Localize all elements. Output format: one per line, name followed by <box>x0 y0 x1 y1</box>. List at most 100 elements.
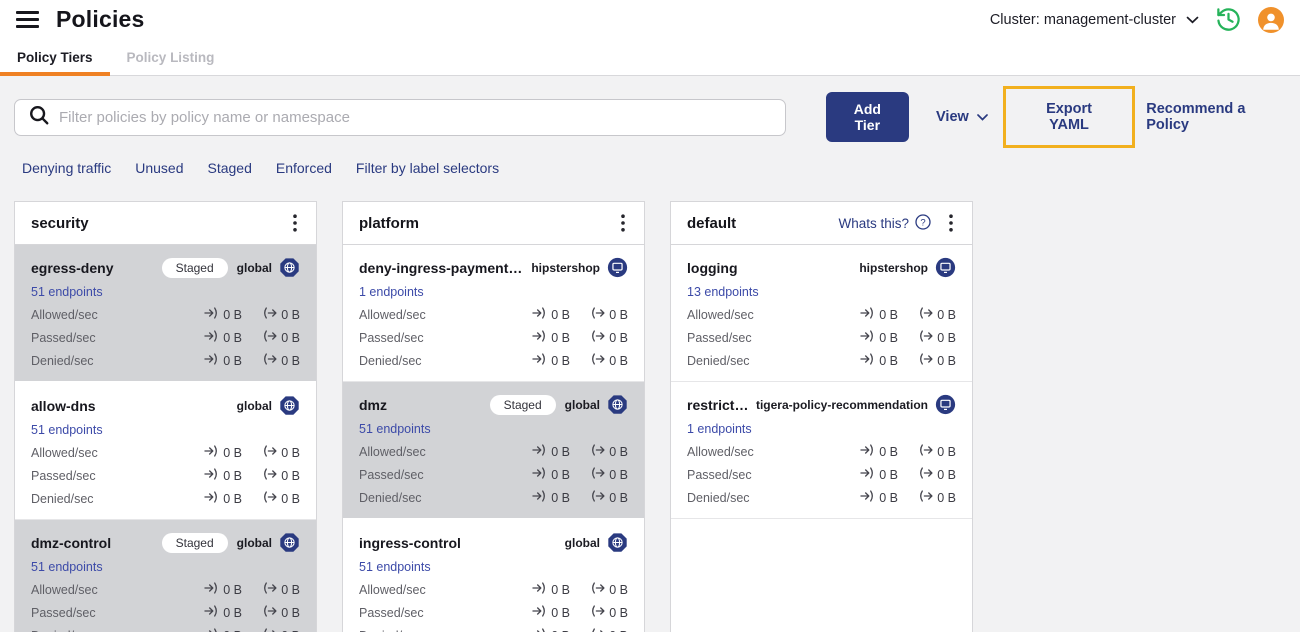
filter-denying-traffic[interactable]: Denying traffic <box>22 160 111 176</box>
filter-staged[interactable]: Staged <box>208 160 252 176</box>
policy-search-box <box>14 98 786 136</box>
metric-row: Allowed/sec 0 B 0 B <box>31 582 300 597</box>
tier-column-platform: platform deny-ingress-paymentservice hipst… <box>342 201 645 632</box>
egress-value: 0 B <box>281 491 300 506</box>
tab-policy-listing[interactable]: Policy Listing <box>110 39 232 75</box>
egress-metric: 0 B <box>584 582 628 597</box>
tab-policy-tiers[interactable]: Policy Tiers <box>0 39 110 76</box>
policy-name[interactable]: restricted <box>687 397 750 413</box>
egress-value: 0 B <box>609 582 628 597</box>
history-icon[interactable] <box>1215 6 1242 33</box>
endpoints-link[interactable]: 51 endpoints <box>359 422 431 436</box>
question-circle-icon: ? <box>915 213 931 233</box>
endpoints-link[interactable]: 51 endpoints <box>31 560 103 574</box>
tier-menu-kebab-icon[interactable] <box>617 212 629 234</box>
egress-metric: 0 B <box>256 445 300 460</box>
export-yaml-button[interactable]: Export YAML <box>1002 86 1136 148</box>
recommend-policy-button[interactable]: Recommend a Policy <box>1146 101 1284 133</box>
egress-metric: 0 B <box>256 330 300 345</box>
metric-label: Allowed/sec <box>687 444 754 459</box>
ingress-value: 0 B <box>551 330 570 345</box>
filter-enforced[interactable]: Enforced <box>276 160 332 176</box>
filter-unused[interactable]: Unused <box>135 160 183 176</box>
endpoints-link[interactable]: 1 endpoints <box>687 422 752 436</box>
tier-menu-kebab-icon[interactable] <box>289 212 301 234</box>
egress-arrow-icon <box>262 330 277 345</box>
namespace-scope-icon <box>607 257 628 278</box>
metric-row: Passed/sec 0 B 0 B <box>359 330 628 345</box>
egress-arrow-icon <box>590 307 605 322</box>
policy-name[interactable]: logging <box>687 260 853 276</box>
global-scope-icon <box>607 532 628 553</box>
egress-metric: 0 B <box>256 307 300 322</box>
metric-row: Denied/sec 0 B 0 B <box>687 490 956 505</box>
ingress-metric: 0 B <box>526 628 570 632</box>
search-icon <box>28 104 50 131</box>
ingress-metric: 0 B <box>198 330 242 345</box>
policy-search-input[interactable] <box>59 108 773 126</box>
metric-label: Allowed/sec <box>31 582 98 597</box>
policy-card: dmz Staged global 51 endpoints Allowed/sec 0 … <box>343 382 644 520</box>
egress-metric: 0 B <box>584 330 628 345</box>
metric-label: Denied/sec <box>359 353 422 368</box>
global-scope-icon <box>607 394 628 415</box>
endpoints-link[interactable]: 51 endpoints <box>31 285 103 299</box>
egress-arrow-icon <box>918 444 933 459</box>
metric-row: Passed/sec 0 B 0 B <box>359 605 628 620</box>
policy-card: logging hipstershop 13 endpoints Allowed/se… <box>671 245 972 382</box>
metric-row: Passed/sec 0 B 0 B <box>31 605 300 620</box>
cluster-selector[interactable]: Cluster: management-cluster <box>990 12 1199 28</box>
egress-value: 0 B <box>609 330 628 345</box>
metric-row: Passed/sec 0 B 0 B <box>359 467 628 482</box>
staged-badge: Staged <box>161 257 228 278</box>
ingress-metric: 0 B <box>526 582 570 597</box>
ingress-arrow-icon <box>860 330 875 345</box>
metric-row: Allowed/sec 0 B 0 B <box>359 582 628 597</box>
metric-label: Denied/sec <box>31 491 94 506</box>
ingress-value: 0 B <box>551 307 570 322</box>
policy-name[interactable]: deny-ingress-paymentservice <box>359 260 525 276</box>
endpoints-link[interactable]: 51 endpoints <box>31 423 103 437</box>
policy-card-top: egress-deny Staged global <box>31 256 300 279</box>
egress-metric: 0 B <box>584 307 628 322</box>
add-tier-button[interactable]: Add Tier <box>825 92 910 142</box>
policy-name[interactable]: dmz <box>359 397 484 413</box>
metric-label: Passed/sec <box>687 467 752 482</box>
toolbar: Add Tier View Export YAML Recommend a Po… <box>14 86 1284 148</box>
policy-name[interactable]: ingress-control <box>359 535 559 551</box>
egress-arrow-icon <box>590 353 605 368</box>
egress-metric: 0 B <box>912 467 956 482</box>
view-dropdown[interactable]: View <box>936 109 988 125</box>
policy-name[interactable]: allow-dns <box>31 398 231 414</box>
endpoints-link[interactable]: 13 endpoints <box>687 285 759 299</box>
egress-arrow-icon <box>918 353 933 368</box>
hamburger-menu-icon[interactable] <box>16 11 39 28</box>
egress-metric: 0 B <box>584 467 628 482</box>
egress-metric: 0 B <box>912 444 956 459</box>
topbar-right: Cluster: management-cluster <box>990 6 1284 33</box>
user-avatar[interactable] <box>1258 6 1284 33</box>
policy-name[interactable]: egress-deny <box>31 260 156 276</box>
policy-name[interactable]: dmz-control <box>31 535 156 551</box>
toolbar-actions: Add Tier View Export YAML Recommend a Po… <box>825 86 1284 148</box>
ingress-value: 0 B <box>223 629 242 632</box>
egress-value: 0 B <box>281 582 300 597</box>
ingress-value: 0 B <box>223 491 242 506</box>
egress-metric: 0 B <box>584 628 628 632</box>
ingress-arrow-icon <box>204 582 219 597</box>
endpoints-link[interactable]: 51 endpoints <box>359 560 431 574</box>
whats-this-link[interactable]: Whats this?? <box>838 213 931 233</box>
tier-column-default: default Whats this?? logging hipstershop 13 … <box>670 201 973 632</box>
ingress-arrow-icon <box>860 490 875 505</box>
egress-value: 0 B <box>609 490 628 505</box>
page-title: Policies <box>56 6 145 32</box>
egress-metric: 0 B <box>584 605 628 620</box>
ingress-metric: 0 B <box>198 491 242 506</box>
endpoints-link[interactable]: 1 endpoints <box>359 285 424 299</box>
ingress-value: 0 B <box>879 353 898 368</box>
tier-menu-kebab-icon[interactable] <box>945 212 957 234</box>
top-bar: Policies Cluster: management-cluster <box>0 0 1300 39</box>
namespace-scope-icon <box>935 394 956 415</box>
filter-by-label-selectors[interactable]: Filter by label selectors <box>356 160 499 176</box>
egress-arrow-icon <box>590 582 605 597</box>
